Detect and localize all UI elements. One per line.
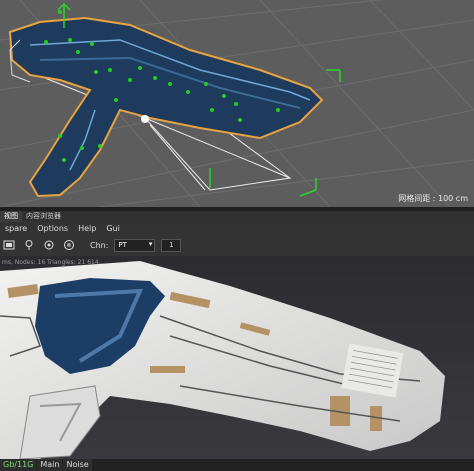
pivot-icon[interactable] bbox=[141, 115, 149, 123]
menu-options[interactable]: Options bbox=[32, 224, 73, 233]
render-info-text: ms, Nodes: 16 Triangles: 21 614... bbox=[2, 259, 105, 266]
menu-gui[interactable]: Gui bbox=[101, 224, 125, 233]
tab-content-browser[interactable]: 内容浏览器 bbox=[22, 211, 65, 222]
channel-select[interactable]: PT bbox=[114, 238, 156, 252]
target-icon[interactable] bbox=[42, 238, 56, 252]
memory-readout: Gb/11G bbox=[0, 459, 37, 471]
menu-help[interactable]: Help bbox=[73, 224, 101, 233]
step-field[interactable]: 1 bbox=[161, 238, 182, 252]
channel-label: Chn: bbox=[90, 240, 109, 250]
render-view[interactable]: ms, Nodes: 16 Triangles: 21 614... bbox=[0, 256, 474, 459]
color-picker-icon[interactable] bbox=[62, 238, 76, 252]
status-bar: Gb/11G Main Noise bbox=[0, 459, 474, 471]
grid-spacing-readout: 网格间距 : 100 cm bbox=[398, 194, 468, 203]
weapon-model[interactable] bbox=[8, 16, 324, 198]
tab-viewport[interactable]: 视图 bbox=[0, 211, 22, 222]
3d-viewport[interactable]: 网格间距 : 100 cm bbox=[0, 0, 474, 207]
pin-icon[interactable] bbox=[22, 238, 36, 252]
picture-viewer-menubar: spare Options Help Gui bbox=[0, 222, 474, 234]
tab-main[interactable]: Main bbox=[37, 459, 63, 471]
render-image bbox=[0, 256, 474, 459]
snapshot-icon[interactable] bbox=[2, 238, 16, 252]
picture-viewer-toolbar: Chn: PT 1 bbox=[0, 234, 474, 256]
viewport-scene bbox=[0, 0, 474, 207]
panel-tabbar: 视图 内容浏览器 bbox=[0, 211, 474, 222]
menu-compare[interactable]: spare bbox=[0, 224, 32, 233]
tab-noise[interactable]: Noise bbox=[63, 459, 92, 471]
